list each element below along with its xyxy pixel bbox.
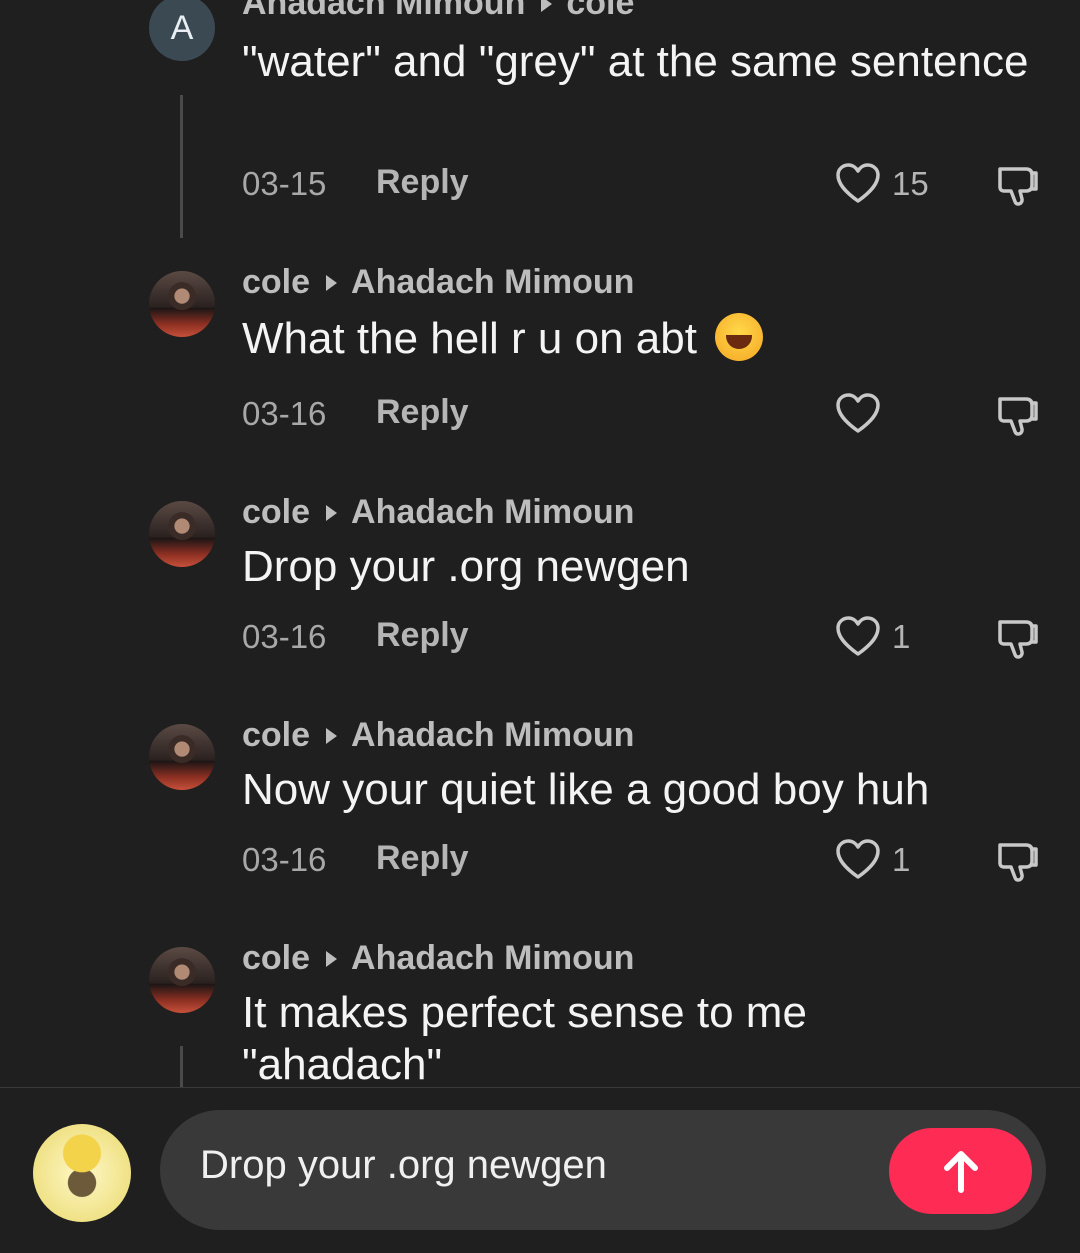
thumbs-down-icon <box>998 167 1038 206</box>
comment-text: What the hell r u on abt <box>242 313 1032 365</box>
reply-to-author[interactable]: Ahadach Mimoun <box>351 716 634 754</box>
reply-to-author[interactable]: Ahadach Mimoun <box>351 493 634 531</box>
comment-author-line: cole Ahadach Mimoun <box>242 939 634 978</box>
comment-author[interactable]: cole <box>242 716 310 754</box>
comment-text: "water" and "grey" at the same sentence <box>242 37 1029 86</box>
my-avatar[interactable] <box>33 1124 131 1222</box>
reply-arrow-icon <box>541 0 553 12</box>
comment-text: Now your quiet like a good boy huh <box>242 765 930 814</box>
reply-button[interactable]: Reply <box>376 616 469 655</box>
reply-arrow-icon <box>326 950 338 967</box>
comment-text-content: What the hell r u on abt <box>242 314 697 363</box>
heart-icon <box>836 616 880 656</box>
comment-date: 03-16 <box>242 395 327 432</box>
comment-author-line: Ahadach Mimoun cole <box>242 0 634 23</box>
dislike-button[interactable] <box>994 837 1042 890</box>
comment-text: It makes perfect sense to me "ahadach" <box>242 988 807 1089</box>
dislike-button[interactable] <box>994 391 1042 444</box>
reply-arrow-icon <box>326 274 338 291</box>
like-count: 15 <box>892 165 929 202</box>
comment-date: 03-16 <box>242 841 327 878</box>
thumbs-down-icon <box>998 843 1038 882</box>
reply-arrow-icon <box>326 727 338 744</box>
dislike-button[interactable] <box>994 161 1042 214</box>
comment-date: 03-15 <box>242 165 327 202</box>
like-button[interactable] <box>834 614 882 663</box>
avatar[interactable] <box>149 947 215 1013</box>
avatar-letter: A <box>170 9 194 47</box>
like-button[interactable] <box>834 161 882 210</box>
reply-button[interactable]: Reply <box>376 839 469 878</box>
like-count: 1 <box>892 618 911 655</box>
heart-icon <box>836 839 880 879</box>
avatar[interactable]: A <box>149 0 215 61</box>
reply-to-author[interactable]: cole <box>566 0 634 22</box>
like-button[interactable] <box>834 391 882 440</box>
comment-author[interactable]: cole <box>242 939 310 977</box>
thread-line <box>180 1046 183 1087</box>
heart-icon <box>836 393 880 433</box>
comment-date: 03-16 <box>242 618 327 655</box>
avatar[interactable] <box>149 271 215 337</box>
thumbs-down-icon <box>998 620 1038 659</box>
avatar[interactable] <box>149 501 215 567</box>
comment-author[interactable]: Ahadach Mimoun <box>242 0 525 22</box>
like-button[interactable] <box>834 837 882 886</box>
comment-author-line: cole Ahadach Mimoun <box>242 716 634 755</box>
comment-input-value[interactable]: Drop your .org newgen <box>200 1143 607 1188</box>
comment-author-line: cole Ahadach Mimoun <box>242 263 634 302</box>
comment-author[interactable]: cole <box>242 263 310 301</box>
heart-icon <box>836 163 880 203</box>
thumbs-down-icon <box>998 397 1038 436</box>
comment-author[interactable]: cole <box>242 493 310 531</box>
dislike-button[interactable] <box>994 614 1042 667</box>
reply-arrow-icon <box>326 504 338 521</box>
arrow-up-icon <box>944 1151 978 1193</box>
laughing-emoji-icon <box>715 313 764 361</box>
comment-text: Drop your .org newgen <box>242 542 690 591</box>
comment-composer: Drop your .org newgen <box>0 1087 1080 1253</box>
reply-button[interactable]: Reply <box>376 163 469 202</box>
like-count: 1 <box>892 841 911 878</box>
avatar[interactable] <box>149 724 215 790</box>
reply-to-author[interactable]: Ahadach Mimoun <box>351 939 634 977</box>
reply-button[interactable]: Reply <box>376 393 469 432</box>
thread-line <box>180 95 183 238</box>
send-button[interactable] <box>889 1128 1032 1214</box>
reply-to-author[interactable]: Ahadach Mimoun <box>351 263 634 301</box>
comment-author-line: cole Ahadach Mimoun <box>242 493 634 532</box>
comment-input[interactable]: Drop your .org newgen <box>160 1110 1046 1230</box>
